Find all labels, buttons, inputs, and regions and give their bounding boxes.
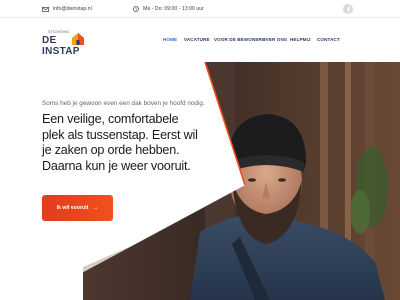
cta-button[interactable]: Ik wil vooruit → <box>42 195 113 221</box>
site-logo[interactable]: STICHTING DE INSTAP <box>42 30 86 57</box>
contact-email[interactable]: info@deinstap.nl <box>42 4 92 14</box>
envelope-icon <box>42 6 49 12</box>
nav-vacature[interactable]: VACATURE <box>184 37 210 42</box>
hours-text: Ma - Do: 09:00 - 13:00 uur <box>143 6 204 12</box>
top-bar: info@deinstap.nl Ma - Do: 09:00 - 13:00 … <box>0 0 400 18</box>
arrow-right-icon: → <box>92 205 99 211</box>
email-text: info@deinstap.nl <box>53 6 92 12</box>
house-logo-icon <box>72 33 84 45</box>
hero-photo <box>82 62 400 300</box>
facebook-link[interactable] <box>343 4 353 14</box>
opening-hours: Ma - Do: 09:00 - 13:00 uur <box>133 4 204 14</box>
logo-small-text: STICHTING <box>48 30 70 34</box>
nav-contact[interactable]: CONTACT <box>317 37 340 42</box>
hero-section: Soms heb je gewoon even een dak boven je… <box>0 62 400 300</box>
facebook-icon <box>346 6 350 12</box>
clock-icon <box>133 6 139 12</box>
hero-title: Een veilige, comfortabele plek als tusse… <box>42 112 198 173</box>
nav-home[interactable]: HOME <box>163 37 177 42</box>
cta-label: Ik wil vooruit <box>56 205 89 211</box>
nav-over-ons[interactable]: OVER ONS <box>262 37 287 42</box>
nav-helpmij[interactable]: HELPMIJ <box>290 37 311 42</box>
hero-subtitle: Soms heb je gewoon even een dak boven je… <box>42 100 205 107</box>
nav-voor-de-bewoners[interactable]: VOOR DE BEWONERS <box>214 37 265 42</box>
